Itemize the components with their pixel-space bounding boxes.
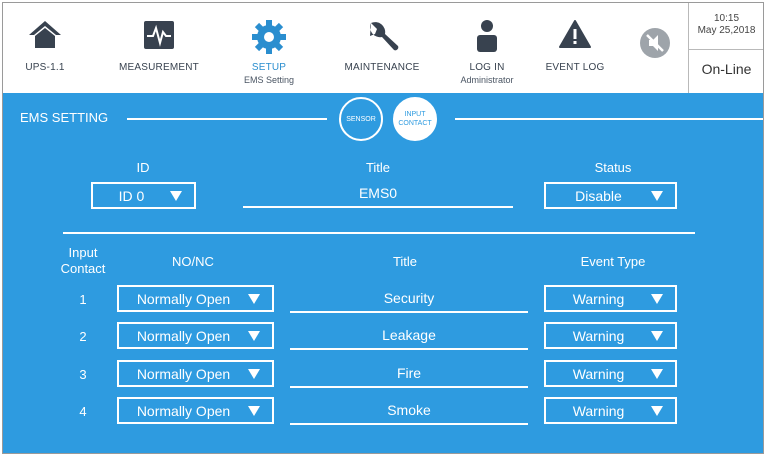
nav-measurement[interactable]: MEASUREMENT xyxy=(109,3,209,93)
status-dropdown[interactable]: Disable xyxy=(544,182,677,209)
nav-ups-label: UPS-1.1 xyxy=(25,62,65,73)
event-type-dropdown[interactable]: Warning xyxy=(544,360,677,387)
status-area: 10:15 May 25,2018 On-Line xyxy=(688,3,763,93)
nonc-dropdown[interactable]: Normally Open xyxy=(117,285,274,312)
event-type-dropdown[interactable]: Warning xyxy=(544,397,677,424)
nav-maintenance[interactable]: MAINTENANCE xyxy=(335,3,429,93)
col-nonc: NO/NC xyxy=(172,254,214,269)
nav-login-sublabel: Administrator xyxy=(460,75,514,85)
status-label: Status xyxy=(594,160,632,175)
nav-setup-sublabel: EMS Setting xyxy=(243,75,295,85)
nonc-dropdown-value: Normally Open xyxy=(136,402,231,419)
chevron-down-icon xyxy=(651,293,663,304)
event-type-dropdown[interactable]: Warning xyxy=(544,322,677,349)
event-type-dropdown[interactable]: Warning xyxy=(544,285,677,312)
contact-title-value: Leakage xyxy=(382,327,436,343)
contact-title-field[interactable]: Leakage xyxy=(290,322,528,350)
id-dropdown[interactable]: ID 0 xyxy=(91,182,196,209)
title-divider-right xyxy=(455,118,763,120)
ups-status: On-Line xyxy=(701,61,752,77)
chevron-down-icon xyxy=(651,330,663,341)
measurement-icon xyxy=(142,19,176,56)
contact-title-value: Fire xyxy=(396,365,422,381)
clock-time: 10:15 xyxy=(713,13,740,24)
id-label: ID xyxy=(136,160,150,175)
nonc-dropdown-value: Normally Open xyxy=(136,327,231,344)
home-icon xyxy=(27,19,63,54)
id-dropdown-value: ID 0 xyxy=(118,187,145,204)
row-number: 3 xyxy=(79,367,87,382)
title-label: Title xyxy=(365,160,391,175)
row-number: 4 xyxy=(79,404,87,419)
top-nav-bar: UPS-1.1 MEASUREMENT SETUP EMS Setting MA… xyxy=(3,3,763,93)
row-number: 2 xyxy=(79,329,87,344)
contact-title-field[interactable]: Fire xyxy=(290,360,528,388)
contact-title-field[interactable]: Security xyxy=(290,285,528,313)
contact-title-value: Security xyxy=(383,290,435,306)
ems-setting-panel: EMS SETTING SENSOR INPUT CONTACT ID ID 0… xyxy=(3,93,763,453)
clock-date: May 25,2018 xyxy=(697,25,756,36)
chevron-down-icon xyxy=(248,405,260,416)
tab-input-contact-label-line1: INPUT xyxy=(404,111,426,118)
chevron-down-icon xyxy=(170,190,182,201)
event-type-value: Warning xyxy=(572,402,625,419)
col-input-contact-line2: Contact xyxy=(60,261,106,276)
nonc-dropdown[interactable]: Normally Open xyxy=(117,360,274,387)
section-divider xyxy=(63,232,695,234)
status-divider xyxy=(689,49,763,50)
col-title: Title xyxy=(392,254,418,269)
col-input-contact-line1: Input xyxy=(68,245,98,260)
gear-icon xyxy=(250,19,288,60)
nav-event-log[interactable]: EVENT LOG xyxy=(535,3,615,93)
tab-input-contact-label-line2: CONTACT xyxy=(398,120,432,127)
ups-window: UPS-1.1 MEASUREMENT SETUP EMS Setting MA… xyxy=(2,2,764,454)
row-number: 1 xyxy=(79,292,87,307)
nav-ups[interactable]: UPS-1.1 xyxy=(5,3,85,93)
event-type-value: Warning xyxy=(572,327,625,344)
chevron-down-icon xyxy=(651,368,663,379)
event-type-value: Warning xyxy=(572,365,625,382)
col-input-contact: Input Contact xyxy=(43,245,123,277)
page-title: EMS SETTING xyxy=(20,110,109,125)
wrench-icon xyxy=(363,19,401,60)
nonc-dropdown[interactable]: Normally Open xyxy=(117,397,274,424)
nav-setup[interactable]: SETUP EMS Setting xyxy=(229,3,309,93)
nav-measurement-label: MEASUREMENT xyxy=(119,62,199,73)
user-icon xyxy=(474,19,500,58)
chevron-down-icon xyxy=(248,293,260,304)
title-divider-left xyxy=(127,118,327,120)
title-field-value: EMS0 xyxy=(358,185,398,201)
chevron-down-icon xyxy=(248,368,260,379)
nav-maintenance-label: MAINTENANCE xyxy=(344,62,420,73)
col-event-type: Event Type xyxy=(580,254,646,269)
nav-login-label: LOG IN xyxy=(469,62,505,73)
chevron-down-icon xyxy=(651,405,663,416)
nonc-dropdown-value: Normally Open xyxy=(136,365,231,382)
tab-input-contact[interactable]: INPUT CONTACT xyxy=(393,97,437,141)
nonc-dropdown[interactable]: Normally Open xyxy=(117,322,274,349)
nav-login[interactable]: LOG IN Administrator xyxy=(445,3,529,93)
chevron-down-icon xyxy=(651,190,663,201)
tab-input-contact-label: INPUT CONTACT xyxy=(398,110,431,128)
contact-title-value: Smoke xyxy=(387,402,431,418)
tab-sensor[interactable]: SENSOR xyxy=(339,97,383,141)
tab-sensor-label: SENSOR xyxy=(346,115,376,123)
event-type-value: Warning xyxy=(572,290,625,307)
contact-title-field[interactable]: Smoke xyxy=(290,397,528,425)
mute-icon[interactable] xyxy=(639,27,671,64)
nav-event-log-label: EVENT LOG xyxy=(545,62,605,73)
warning-icon xyxy=(558,19,592,54)
nonc-dropdown-value: Normally Open xyxy=(136,290,231,307)
chevron-down-icon xyxy=(248,330,260,341)
nav-setup-label: SETUP xyxy=(251,62,287,73)
status-dropdown-value: Disable xyxy=(575,187,622,204)
title-field[interactable]: EMS0 xyxy=(243,182,513,208)
